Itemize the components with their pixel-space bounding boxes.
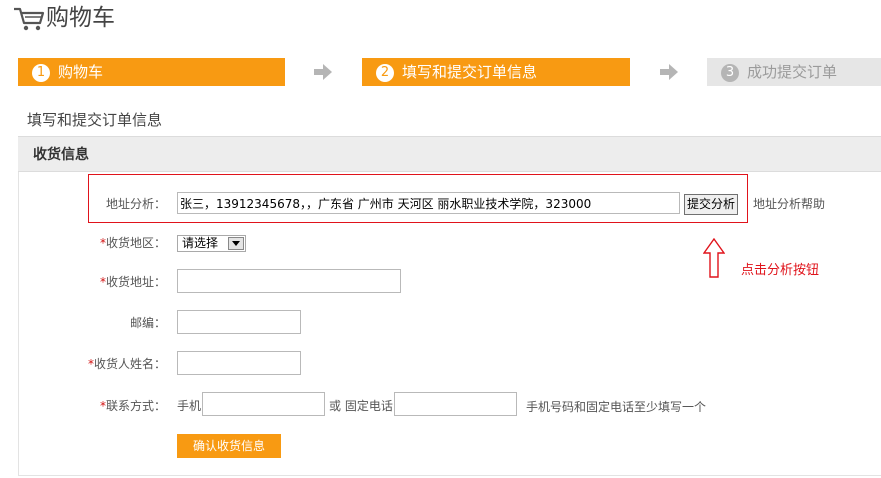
step-label: 购物车 xyxy=(58,63,104,81)
contact-label: *联系方式： xyxy=(80,398,166,414)
region-label-text: 收货地区： xyxy=(105,236,166,250)
region-select-value: 请选择 xyxy=(182,236,219,250)
step-fill-order: 2 填写和提交订单信息 xyxy=(362,58,630,86)
address-parse-input[interactable] xyxy=(177,192,680,214)
panel-title: 收货信息 xyxy=(33,147,89,163)
address-label-text: 收货地址： xyxy=(105,275,166,289)
landline-label: 或 固定电话 xyxy=(329,399,393,413)
arrow-right-icon xyxy=(314,64,332,80)
section-title: 填写和提交订单信息 xyxy=(27,111,163,129)
contact-label-text: 联系方式： xyxy=(105,399,166,413)
panel-header xyxy=(18,136,881,172)
step-label: 填写和提交订单信息 xyxy=(402,63,538,81)
contact-hint: 手机号码和固定电话至少填写一个 xyxy=(526,400,707,414)
address-parse-help-link[interactable]: 地址分析帮助 xyxy=(753,196,825,212)
landline-input[interactable] xyxy=(394,392,517,416)
step-number: 2 xyxy=(376,64,394,82)
shopping-cart-icon xyxy=(14,7,45,31)
step-submit-success: 3 成功提交订单 xyxy=(707,58,881,86)
region-select[interactable]: 请选择 xyxy=(177,235,246,252)
arrow-right-icon xyxy=(660,64,678,80)
mobile-label: 手机 xyxy=(177,399,202,413)
confirm-shipping-info-button[interactable]: 确认收货信息 xyxy=(177,434,281,458)
step-number: 1 xyxy=(32,64,50,82)
region-label: *收货地区： xyxy=(80,235,166,251)
postcode-input[interactable] xyxy=(177,310,301,334)
mobile-input[interactable] xyxy=(202,392,325,416)
step-label: 成功提交订单 xyxy=(747,63,838,81)
step-cart: 1 购物车 xyxy=(18,58,285,86)
step-number: 3 xyxy=(721,64,739,82)
receiver-name-label-text: 收货人姓名： xyxy=(93,357,166,371)
up-arrow-icon xyxy=(703,238,725,278)
receiver-name-label: *收货人姓名： xyxy=(70,356,166,372)
chevron-down-icon xyxy=(228,237,244,250)
address-parse-label: 地址分析： xyxy=(105,197,166,211)
receiver-name-input[interactable] xyxy=(177,351,301,375)
annotation-text: 点击分析按钮 xyxy=(741,263,820,278)
address-input[interactable] xyxy=(177,269,401,293)
postcode-label: 邮编： xyxy=(129,316,166,330)
page-title: 购物车 xyxy=(46,5,115,31)
submit-analysis-button[interactable]: 提交分析 xyxy=(684,194,738,215)
address-label: *收货地址： xyxy=(80,274,166,290)
